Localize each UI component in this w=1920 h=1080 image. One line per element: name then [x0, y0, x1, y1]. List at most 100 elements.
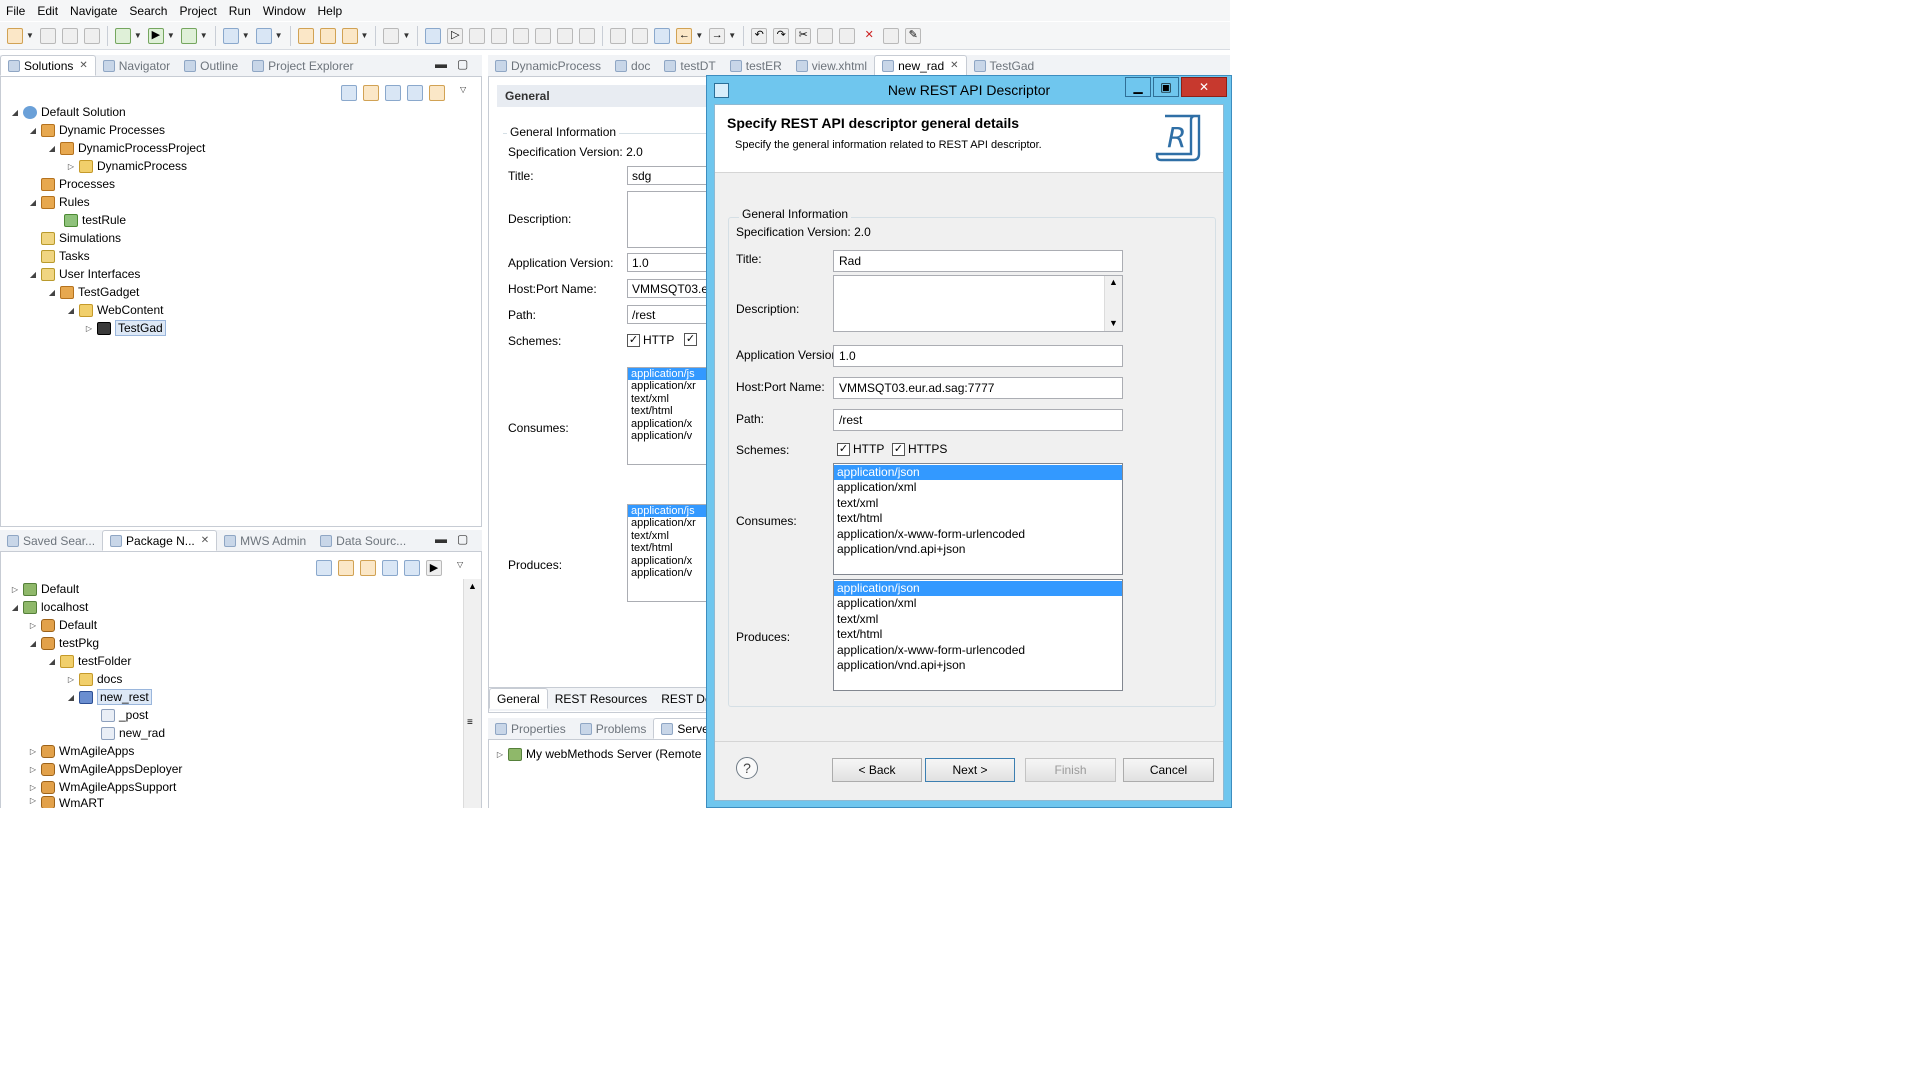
debug-dropdown-icon[interactable]: ▼: [134, 31, 142, 40]
editor-produces-list[interactable]: application/js application/xr text/xml t…: [627, 504, 707, 602]
tab-properties[interactable]: Properties: [488, 718, 573, 739]
debug-icon[interactable]: [114, 27, 131, 44]
help-icon[interactable]: ?: [736, 757, 758, 779]
tree-item-wm-agile-apps-deployer[interactable]: ▷ WmAgileAppsDeployer: [28, 760, 182, 778]
tree-item-test-pkg[interactable]: ◢ testPkg: [28, 634, 99, 652]
maximize-icon[interactable]: ▣: [1153, 77, 1179, 97]
cancel-button[interactable]: Cancel: [1123, 758, 1214, 782]
close-icon[interactable]: ✕: [79, 60, 87, 71]
tab-navigator[interactable]: Navigator: [96, 55, 177, 76]
copy-icon[interactable]: [817, 27, 834, 44]
list-item[interactable]: application/v: [628, 567, 706, 579]
filter-icon[interactable]: [382, 560, 398, 576]
globe-icon[interactable]: [255, 27, 272, 44]
filter-icon[interactable]: [385, 85, 401, 101]
tree-item-tasks[interactable]: Tasks: [28, 247, 90, 265]
forward-arrow-icon[interactable]: →: [709, 27, 726, 44]
editor-https-checkbox[interactable]: ✓: [684, 333, 700, 346]
delete-icon[interactable]: ✕: [861, 28, 877, 44]
list-item[interactable]: application/xml: [834, 596, 1122, 611]
expanded-arrow-icon[interactable]: ◢: [10, 108, 20, 117]
globe-dropdown-icon[interactable]: ▼: [275, 31, 283, 40]
menu-search[interactable]: Search: [129, 4, 167, 18]
page-tab-general[interactable]: General: [489, 688, 548, 709]
finish-button[interactable]: Finish: [1025, 758, 1116, 782]
editor-tab-dynamic-process[interactable]: DynamicProcess: [488, 55, 608, 76]
expanded-arrow-icon[interactable]: ◢: [28, 270, 38, 279]
step-into-icon[interactable]: [535, 27, 552, 44]
list-item[interactable]: text/html: [628, 542, 706, 554]
tab-package-navigator[interactable]: Package N... ✕: [102, 530, 218, 551]
list-item[interactable]: application/x: [628, 418, 706, 430]
maximize-icon[interactable]: ▢: [457, 57, 468, 71]
user-icon[interactable]: [383, 27, 400, 44]
back-button[interactable]: < Back: [832, 758, 922, 782]
tree-item-new-rest[interactable]: ◢ new_rest: [66, 688, 152, 706]
tab-outline[interactable]: Outline: [177, 55, 245, 76]
monitor-icon[interactable]: [425, 27, 442, 44]
scroll-up-icon[interactable]: ▲: [1109, 277, 1118, 287]
editor-consumes-list[interactable]: application/js application/xr text/xml t…: [627, 367, 707, 465]
description-scrollbar[interactable]: ▲ ▼: [1104, 276, 1122, 331]
step-play-icon[interactable]: ▷: [447, 27, 464, 44]
list-item[interactable]: application/v: [628, 430, 706, 442]
view-menu-icon[interactable]: ▽: [457, 560, 463, 576]
list-item[interactable]: text/html: [628, 405, 706, 417]
scroll-down-icon[interactable]: ▼: [1109, 318, 1118, 328]
minimize-icon[interactable]: ▬: [435, 57, 447, 71]
scroll-up-icon[interactable]: ▲: [468, 581, 477, 591]
next-button[interactable]: Next >: [925, 758, 1015, 782]
close-icon[interactable]: ✕: [1181, 77, 1227, 97]
editor-tab-test-er[interactable]: testER: [723, 55, 789, 76]
minimize-icon[interactable]: ▁: [1125, 77, 1151, 97]
editor-description-field[interactable]: [627, 191, 707, 248]
sort-icon[interactable]: [404, 560, 420, 576]
collapsed-arrow-icon[interactable]: ▷: [28, 765, 38, 774]
list-item[interactable]: application/json: [834, 465, 1122, 481]
disconnect-icon[interactable]: [513, 27, 530, 44]
import-icon[interactable]: [407, 85, 423, 101]
editor-app-version-field[interactable]: 1.0: [627, 253, 707, 272]
run-dropdown-icon[interactable]: ▼: [167, 31, 175, 40]
redo-icon[interactable]: ↷: [773, 27, 790, 44]
checkbox-checked-icon[interactable]: ✓: [837, 442, 850, 456]
list-item[interactable]: text/xml: [628, 530, 706, 542]
undo-icon[interactable]: ↶: [751, 27, 768, 44]
editor-path-field[interactable]: /rest: [627, 305, 707, 324]
server-dropdown-icon[interactable]: ▼: [242, 31, 250, 40]
list-item[interactable]: text/xml: [834, 496, 1122, 511]
http-checkbox[interactable]: ✓ HTTP: [837, 442, 884, 456]
list-item[interactable]: application/x: [628, 555, 706, 567]
expanded-arrow-icon[interactable]: ◢: [47, 657, 57, 666]
tab-saved-search[interactable]: Saved Sear...: [0, 530, 102, 551]
align-icon[interactable]: [610, 27, 627, 44]
step-return-icon[interactable]: [579, 27, 596, 44]
checkbox-checked-icon[interactable]: ✓: [892, 442, 905, 456]
step-over-icon[interactable]: [557, 27, 574, 44]
tree-item-wm-art[interactable]: ▷ WmART: [28, 796, 104, 808]
tree-item-new-rad[interactable]: new_rad: [88, 724, 165, 742]
collapsed-arrow-icon[interactable]: ▷: [28, 783, 38, 792]
path-field[interactable]: /rest: [833, 409, 1123, 431]
list-item[interactable]: application/xr: [628, 380, 706, 392]
pencil-icon[interactable]: ✎: [905, 27, 922, 44]
open-type-icon[interactable]: [297, 27, 314, 44]
back-arrow-icon[interactable]: ←: [676, 27, 693, 44]
server-row[interactable]: ▷ My webMethods Server (Remote: [495, 745, 701, 763]
tree-item-rules[interactable]: ◢ Rules: [28, 193, 90, 211]
view-menu-icon[interactable]: ▽: [460, 85, 466, 101]
link-editor-icon[interactable]: [338, 560, 354, 576]
list-item[interactable]: application/json: [834, 581, 1122, 597]
open-folder-icon[interactable]: [319, 27, 336, 44]
vertical-scrollbar[interactable]: ▲ ≡: [463, 579, 481, 808]
wand-dropdown-icon[interactable]: ▼: [361, 31, 369, 40]
consumes-list[interactable]: application/json application/xml text/xm…: [833, 463, 1123, 575]
editor-tab-view-xhtml[interactable]: view.xhtml: [789, 55, 874, 76]
image-icon[interactable]: [883, 27, 900, 44]
list-item[interactable]: application/js: [628, 505, 706, 518]
tree-item-user-interfaces[interactable]: ◢ User Interfaces: [28, 265, 140, 283]
collapsed-arrow-icon[interactable]: ▷: [28, 621, 38, 630]
editor-http-checkbox[interactable]: ✓ HTTP: [627, 333, 674, 347]
cut-icon[interactable]: ✂: [795, 27, 812, 44]
expanded-arrow-icon[interactable]: ◢: [10, 603, 20, 612]
